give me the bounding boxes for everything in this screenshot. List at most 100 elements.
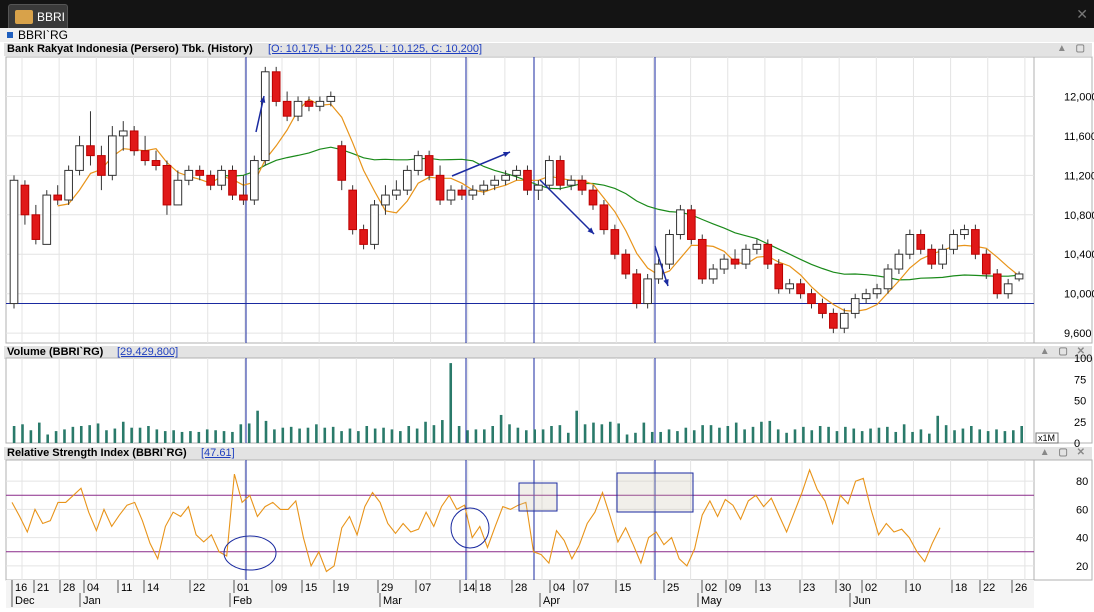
volume-bar: [105, 430, 108, 443]
volume-bar: [953, 430, 956, 443]
volume-bar: [995, 429, 998, 443]
volume-bar: [625, 434, 629, 443]
price-tick-label: 12,000: [1064, 91, 1094, 103]
candle-body: [129, 130, 139, 152]
candle-body: [949, 234, 958, 250]
candle-body: [370, 204, 379, 245]
volume-bar: [457, 426, 461, 443]
volume-bar: [844, 426, 847, 443]
candle-body: [107, 135, 117, 176]
candle-body: [217, 169, 226, 186]
candle-body: [75, 145, 84, 171]
x-day-label: 18: [955, 582, 967, 594]
volume-bar: [1020, 426, 1024, 443]
volume-bar: [382, 427, 385, 443]
volume-bar: [524, 430, 528, 443]
volume-bar: [642, 422, 646, 443]
candle: [905, 229, 915, 260]
candle-body: [807, 293, 816, 305]
candle-body: [392, 189, 401, 196]
volume-bar: [205, 429, 209, 443]
x-day-label: 11: [121, 582, 132, 594]
volume-bar: [508, 424, 511, 443]
x-day-label: 18: [479, 582, 491, 594]
volume-bar: [575, 410, 578, 443]
candle-body: [785, 283, 794, 290]
volume-bar: [667, 429, 671, 443]
volume-bar: [474, 429, 478, 443]
x-day-label: 21: [37, 582, 49, 594]
volume-bar: [491, 426, 495, 443]
candle-body: [839, 312, 849, 329]
x-day-label: 14: [463, 582, 475, 594]
volume-bar: [634, 432, 637, 443]
price-tick-label: 10,400: [1064, 249, 1094, 261]
volume-bar: [163, 431, 167, 443]
candle-body: [708, 268, 718, 280]
candle-body: [250, 160, 259, 201]
volume-bar: [415, 428, 419, 443]
price-tick-label: 10,000: [1064, 289, 1094, 301]
candle-body: [9, 179, 19, 305]
candle: [348, 185, 357, 235]
x-day-label: 28: [515, 582, 527, 594]
candle-body: [271, 71, 281, 102]
candle-body: [687, 209, 696, 240]
candle-body: [97, 155, 106, 176]
candle-body: [424, 155, 434, 176]
price-tick-label: 9,600: [1064, 328, 1092, 340]
candle-body: [501, 174, 510, 181]
price-tick-label: 11,200: [1064, 170, 1094, 182]
chart-canvas[interactable]: 12,000 11,600 11,200 10,800 10,400 10,000 9,60…: [0, 0, 1094, 612]
candle-body: [938, 248, 947, 265]
candle: [643, 273, 652, 309]
volume-bar: [424, 421, 427, 443]
volume-bar: [961, 428, 965, 443]
volume-bar: [1003, 431, 1007, 443]
volume-bar: [323, 427, 327, 443]
x-month-label: May: [701, 595, 722, 607]
volume-bar: [608, 421, 612, 443]
candle-body: [435, 174, 445, 201]
volume-bar: [776, 429, 780, 443]
candle: [370, 200, 379, 250]
volume-bar: [348, 428, 352, 443]
candle-body: [665, 234, 674, 265]
volume-bar: [659, 431, 662, 443]
volume-bar: [121, 421, 125, 443]
x-day-label: 30: [839, 582, 851, 594]
volume-bar: [449, 363, 453, 443]
candle-body: [927, 248, 937, 265]
candle: [665, 229, 674, 270]
volume-bar: [365, 426, 369, 443]
volume-bar: [793, 429, 797, 443]
volume-bar: [650, 431, 654, 443]
candle: [9, 175, 19, 309]
volume-bar: [256, 410, 259, 443]
candle-body: [381, 194, 390, 206]
volume-bar: [760, 421, 763, 443]
volume-tick-label: 100: [1074, 353, 1092, 365]
candle: [228, 165, 237, 200]
candle-body: [315, 100, 325, 107]
candle-body: [162, 164, 172, 206]
volume-bar: [180, 431, 184, 443]
candle-body: [337, 145, 347, 181]
candle: [599, 200, 609, 235]
volume-tick-label: 75: [1074, 374, 1086, 386]
volume-bar: [373, 428, 377, 443]
candle: [883, 264, 893, 294]
volume-bar: [264, 420, 268, 443]
volume-bar: [483, 429, 486, 443]
x-day-label: 19: [337, 582, 349, 594]
candle: [981, 249, 991, 279]
candle-body: [829, 312, 838, 329]
candle-body: [610, 229, 620, 255]
rsi-plot-area: [5, 459, 1035, 581]
candle-body: [413, 155, 423, 171]
volume-bar: [684, 427, 688, 443]
volume-bar: [550, 426, 553, 443]
volume-bar: [466, 430, 469, 443]
volume-bar: [113, 428, 117, 443]
volume-bar: [541, 429, 545, 443]
